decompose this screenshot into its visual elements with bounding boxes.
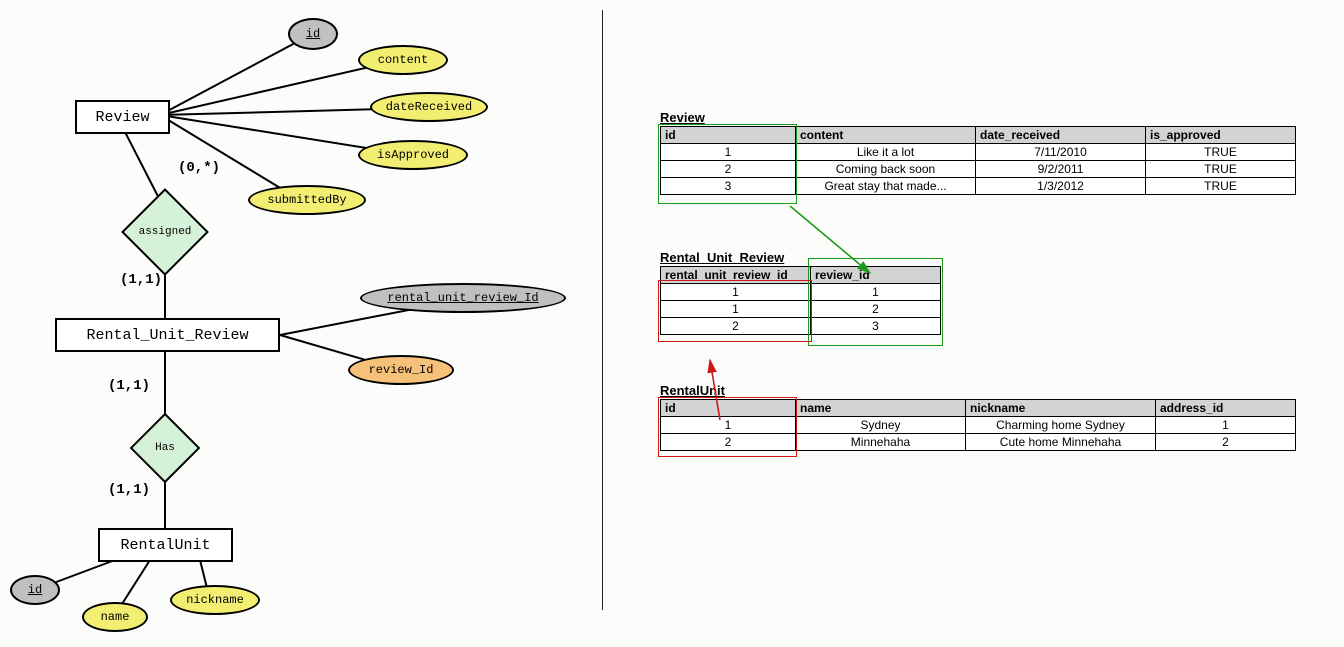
th: date_received <box>976 127 1146 144</box>
vertical-divider <box>602 10 603 610</box>
card-has-ru: (1,1) <box>108 482 150 498</box>
attr-review-submittedby-label: submittedBy <box>267 193 346 207</box>
card-rur-has: (1,1) <box>108 378 150 394</box>
entity-review-label: Review <box>95 109 149 126</box>
table-review-title: Review <box>660 110 1340 125</box>
table-row: 3Great stay that made...1/3/2012TRUE <box>661 178 1296 195</box>
rel-has: Has <box>121 426 209 470</box>
attr-review-isapproved: isApproved <box>358 140 468 170</box>
table-row: 11 <box>661 284 941 301</box>
th: id <box>661 127 796 144</box>
entity-review: Review <box>75 100 170 134</box>
attr-rur-id: rental_unit_review_Id <box>360 283 566 313</box>
table-review-wrap: Review id content date_received is_appro… <box>660 110 1340 195</box>
attr-review-id-label: id <box>306 27 320 41</box>
attr-ru-nickname: nickname <box>170 585 260 615</box>
th: id <box>661 400 796 417</box>
er-diagram: Review id content dateReceived isApprove… <box>0 0 600 647</box>
entity-rental-unit-review-label: Rental_Unit_Review <box>86 327 248 344</box>
table-row: rental_unit_review_id review_id <box>661 267 941 284</box>
table-row: 12 <box>661 301 941 318</box>
table-rur: rental_unit_review_id review_id 11 12 23 <box>660 266 941 335</box>
attr-rur-reviewid: review_Id <box>348 355 454 385</box>
attr-ru-name-label: name <box>101 610 130 624</box>
attr-rur-id-label: rental_unit_review_Id <box>387 291 538 305</box>
entity-rental-unit-review: Rental_Unit_Review <box>55 318 280 352</box>
attr-review-content: content <box>358 45 448 75</box>
attr-ru-name: name <box>82 602 148 632</box>
th: review_id <box>811 267 941 284</box>
card-assigned-rur: (1,1) <box>120 272 162 288</box>
rel-assigned-label: assigned <box>121 210 209 254</box>
attr-ru-nickname-label: nickname <box>186 593 244 607</box>
attr-ru-id-label: id <box>28 583 42 597</box>
table-review: id content date_received is_approved 1Li… <box>660 126 1296 195</box>
th: name <box>796 400 966 417</box>
table-rur-title: Rental_Unit_Review <box>660 250 1340 265</box>
attr-review-isapproved-label: isApproved <box>377 148 449 162</box>
table-row: id name nickname address_id <box>661 400 1296 417</box>
table-ru-wrap: RentalUnit id name nickname address_id 1… <box>660 383 1340 451</box>
table-ru: id name nickname address_id 1SydneyCharm… <box>660 399 1296 451</box>
attr-review-datereceived: dateReceived <box>370 92 488 122</box>
entity-rentalunit: RentalUnit <box>98 528 233 562</box>
th: nickname <box>966 400 1156 417</box>
attr-review-datereceived-label: dateReceived <box>386 100 472 114</box>
table-row: id content date_received is_approved <box>661 127 1296 144</box>
table-rur-wrap: Rental_Unit_Review rental_unit_review_id… <box>660 250 1340 335</box>
relational-tables: Review id content date_received is_appro… <box>660 110 1340 491</box>
table-ru-title: RentalUnit <box>660 383 1340 398</box>
entity-rentalunit-label: RentalUnit <box>120 537 210 554</box>
rel-has-label: Has <box>121 426 209 470</box>
attr-ru-id: id <box>10 575 60 605</box>
table-row: 1Like it a lot7/11/2010TRUE <box>661 144 1296 161</box>
th: rental_unit_review_id <box>661 267 811 284</box>
attr-review-submittedby: submittedBy <box>248 185 366 215</box>
rel-assigned: assigned <box>121 210 209 254</box>
attr-review-content-label: content <box>378 53 428 67</box>
th: is_approved <box>1146 127 1296 144</box>
table-row: 23 <box>661 318 941 335</box>
table-row: 2Coming back soon9/2/2011TRUE <box>661 161 1296 178</box>
table-row: 2MinnehahaCute home Minnehaha2 <box>661 434 1296 451</box>
th: content <box>796 127 976 144</box>
card-review-assigned: (0,*) <box>178 160 220 176</box>
table-row: 1SydneyCharming home Sydney1 <box>661 417 1296 434</box>
attr-rur-reviewid-label: review_Id <box>369 363 434 377</box>
th: address_id <box>1156 400 1296 417</box>
attr-review-id: id <box>288 18 338 50</box>
